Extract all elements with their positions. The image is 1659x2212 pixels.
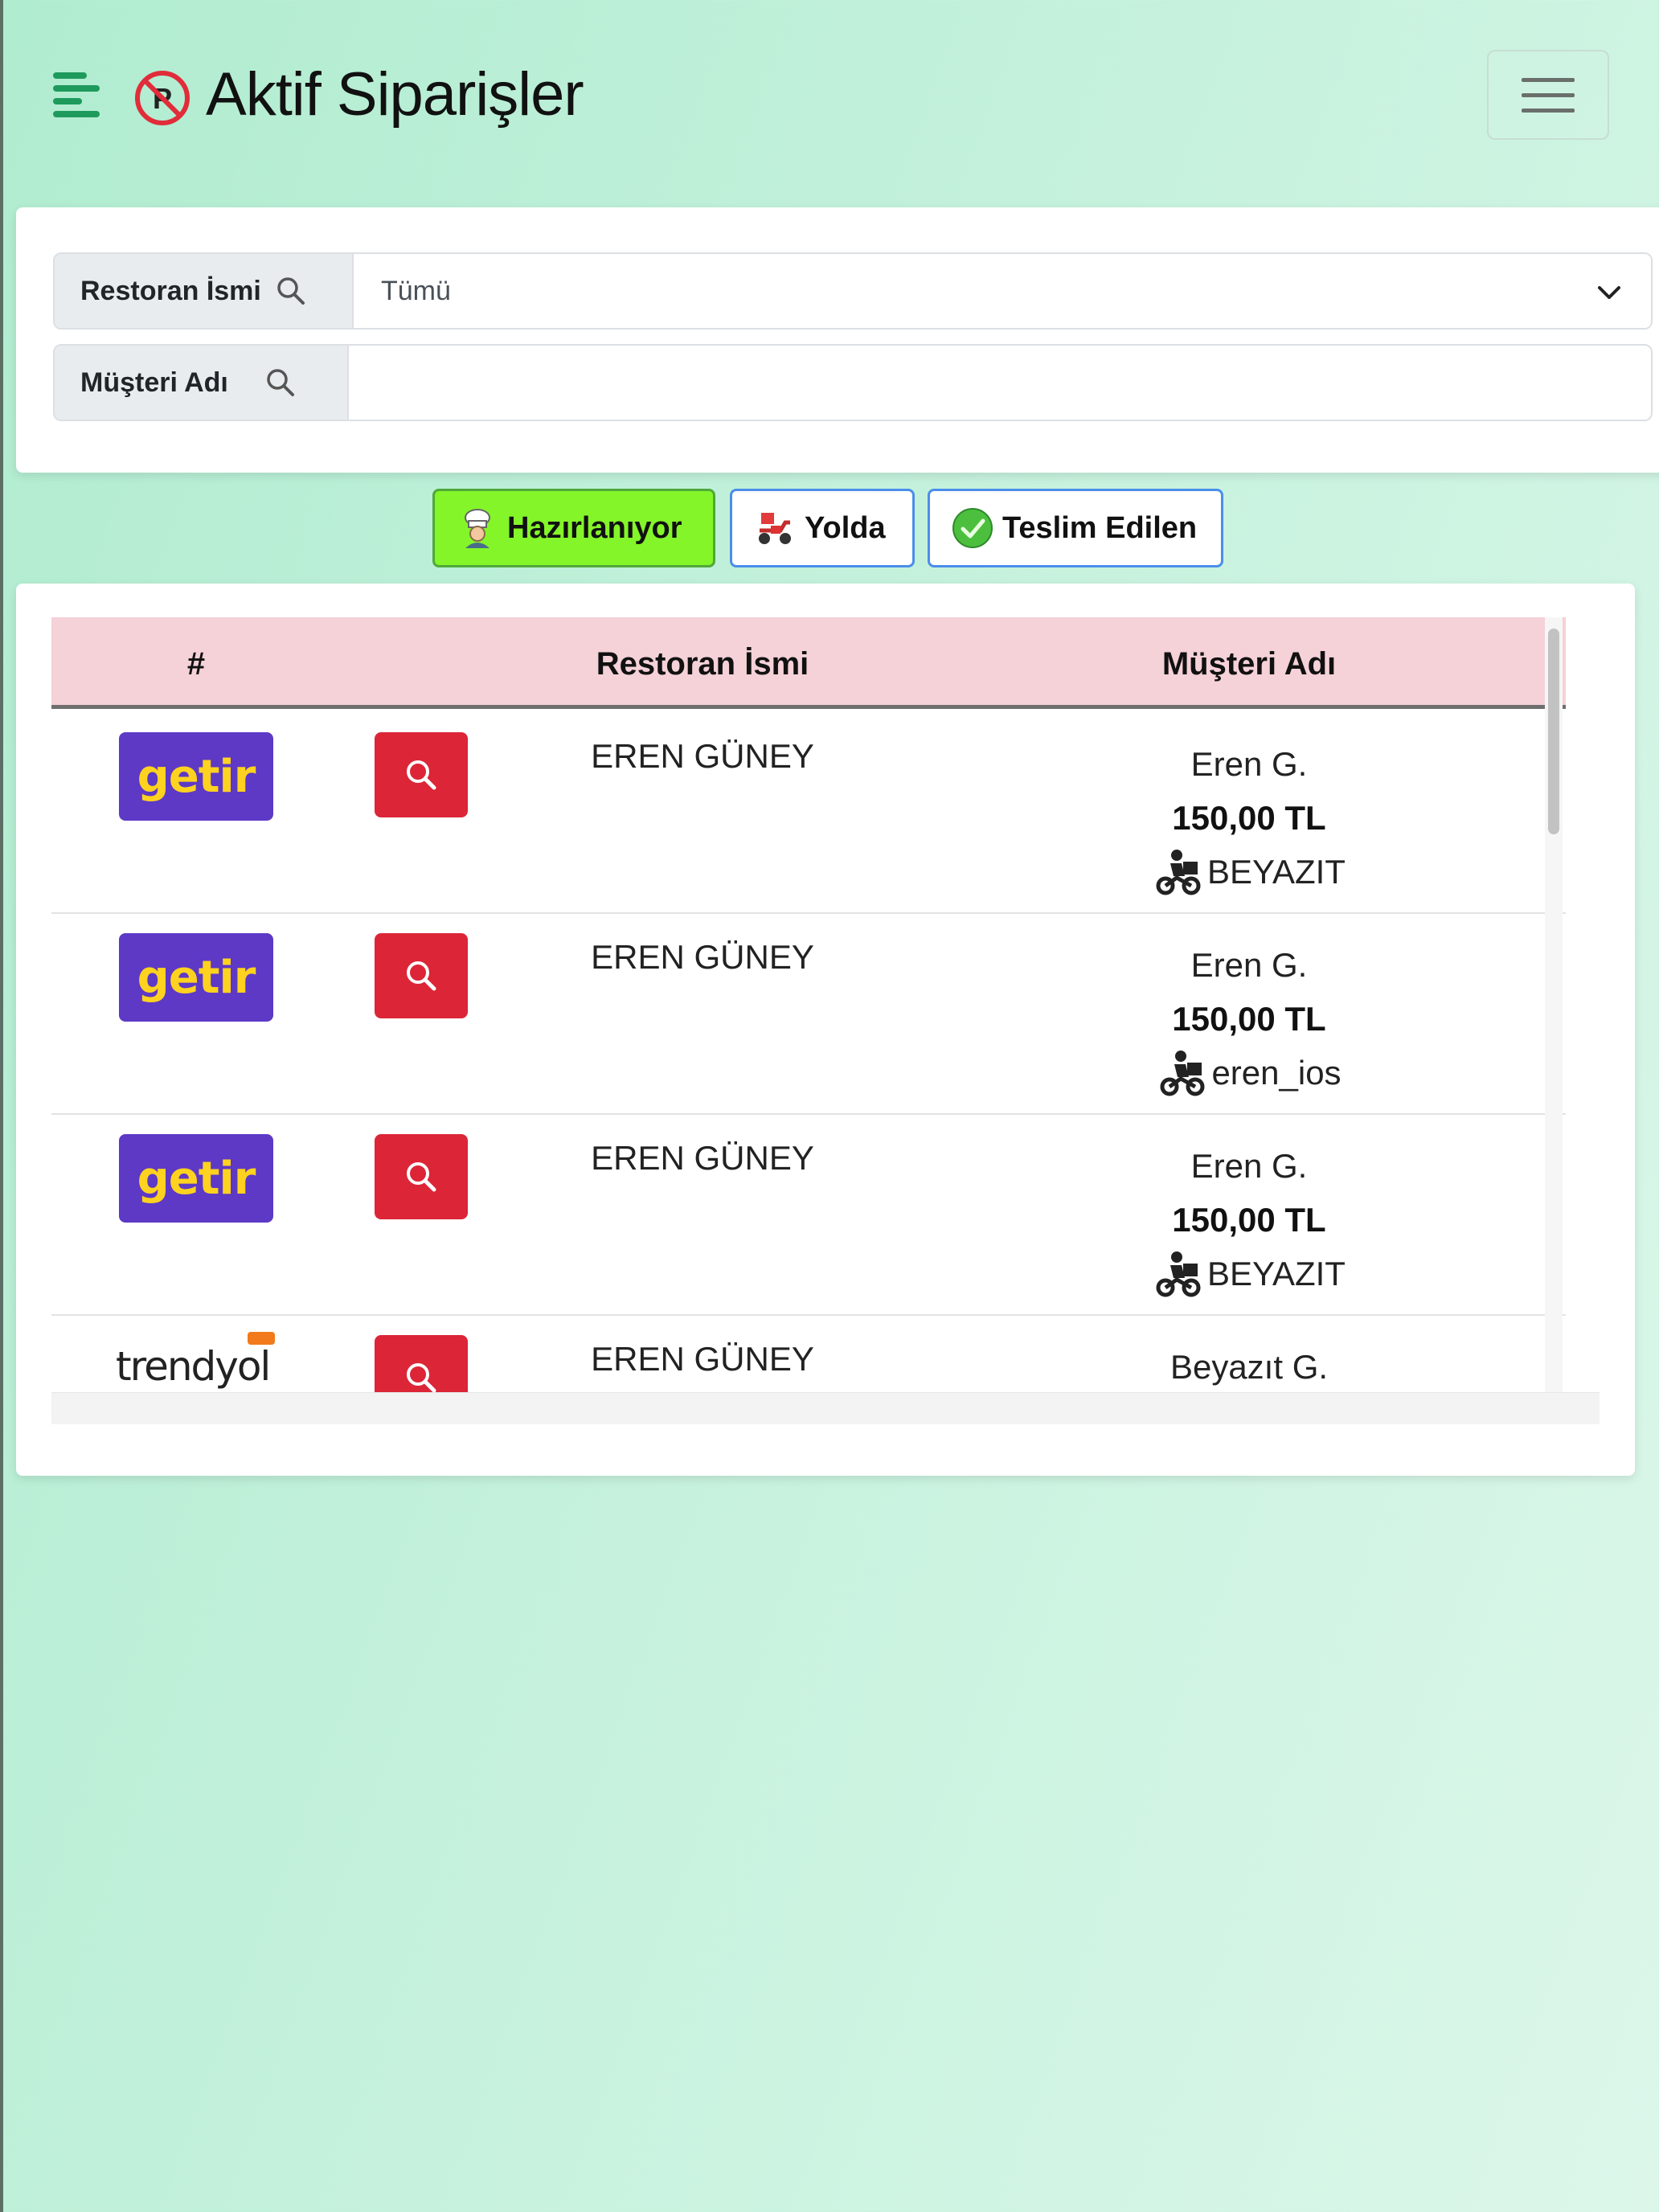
header-hash: # xyxy=(186,646,206,682)
chef-icon xyxy=(465,509,490,548)
customer-name: Eren G. xyxy=(1190,745,1308,783)
orders-table[interactable]: # Restoran İsmi Müşteri Adı getir EREN G… xyxy=(51,617,1580,1392)
search-icon xyxy=(407,961,436,991)
search-icon xyxy=(267,369,294,396)
no-parking-icon: P xyxy=(135,71,190,125)
view-order-button[interactable] xyxy=(375,732,468,817)
status-button-on-the-way[interactable]: Yolda xyxy=(730,489,915,567)
customer-filter-label-text: Müşteri Adı xyxy=(80,367,228,398)
restaurant-select[interactable]: Tümü xyxy=(354,254,1651,328)
restaurant-filter-label-text: Restoran İsmi xyxy=(80,275,261,306)
restaurant-filter-label: Restoran İsmi xyxy=(55,254,354,328)
status-button-preparing[interactable]: Hazırlanıyor xyxy=(432,489,715,567)
search-icon xyxy=(407,1162,436,1192)
vertical-scrollbar-thumb[interactable] xyxy=(1548,629,1559,834)
restaurant-name: EREN GÜNEY xyxy=(591,1139,814,1177)
page-title: Aktif Siparişler xyxy=(206,60,584,129)
courier: eren_ios xyxy=(1157,1046,1342,1100)
status-button-delivered-label: Teslim Edilen xyxy=(1002,510,1198,545)
hamburger-icon[interactable] xyxy=(1487,50,1609,140)
status-button-delivered[interactable]: Teslim Edilen xyxy=(928,489,1223,567)
table-row: trendyol EREN GÜNEY Beyazıt G. xyxy=(51,1316,1566,1392)
table-row: getir EREN GÜNEY Eren G. 150,00 TL xyxy=(51,1115,1566,1316)
courier: BEYAZIT xyxy=(1153,1247,1346,1301)
orders-card: # Restoran İsmi Müşteri Adı getir EREN G… xyxy=(16,584,1635,1476)
table-header: # Restoran İsmi Müşteri Adı xyxy=(51,617,1566,709)
courier-name: BEYAZIT xyxy=(1207,853,1346,891)
search-icon xyxy=(407,760,436,790)
restaurant-filter-group: Restoran İsmi Tümü xyxy=(53,252,1653,330)
horizontal-scrollbar[interactable] xyxy=(51,1392,1600,1424)
search-icon xyxy=(277,277,305,305)
menu-left-icon[interactable] xyxy=(53,72,104,117)
filter-card: Restoran İsmi Tümü Müşteri Adı xyxy=(16,207,1659,473)
getir-logo: getir xyxy=(119,1134,273,1223)
customer-cell: Eren G. 150,00 TL BEYAZIT xyxy=(1048,1139,1450,1314)
order-price: 150,00 TL xyxy=(1172,1201,1326,1239)
courier: BEYAZIT xyxy=(1153,845,1346,899)
search-icon xyxy=(407,1363,436,1392)
header-customer: Müşteri Adı xyxy=(1161,646,1337,682)
trendyol-go-badge xyxy=(248,1332,275,1345)
courier-name: BEYAZIT xyxy=(1207,1255,1346,1292)
courier-icon xyxy=(1156,1251,1201,1296)
courier-name: eren_ios xyxy=(1211,1054,1342,1092)
restaurant-name: EREN GÜNEY xyxy=(591,1340,814,1378)
trendyol-logo-text: trendyol xyxy=(116,1343,271,1390)
top-header: P Aktif Siparişler xyxy=(3,0,1659,201)
restaurant-select-wrap[interactable]: Tümü xyxy=(354,254,1651,328)
view-order-button[interactable] xyxy=(375,1134,468,1219)
getir-logo: getir xyxy=(119,933,273,1022)
restaurant-name: EREN GÜNEY xyxy=(591,938,814,976)
customer-cell: Beyazıt G. xyxy=(1048,1340,1450,1392)
header-restaurant: Restoran İsmi xyxy=(596,646,809,682)
getir-logo: getir xyxy=(119,732,273,821)
table-row: getir EREN GÜNEY Eren G. 150,00 TL xyxy=(51,914,1566,1115)
customer-name: Eren G. xyxy=(1190,1147,1308,1185)
customer-filter-label: Müşteri Adı xyxy=(55,346,349,420)
table-row: getir EREN GÜNEY Eren G. 150,00 TL xyxy=(51,713,1566,914)
status-button-on-the-way-label: Yolda xyxy=(805,510,886,545)
status-button-preparing-label: Hazırlanıyor xyxy=(507,510,682,545)
customer-cell: Eren G. 150,00 TL BEYAZIT xyxy=(1048,737,1450,912)
trendyol-logo: trendyol xyxy=(116,1332,276,1392)
customer-name: Beyazıt G. xyxy=(1169,1348,1329,1386)
restaurant-name: EREN GÜNEY xyxy=(591,737,814,775)
courier-icon xyxy=(1156,849,1201,895)
order-price: 150,00 TL xyxy=(1172,1000,1326,1038)
customer-input-wrap[interactable] xyxy=(349,346,1651,420)
courier-icon xyxy=(1160,1050,1205,1096)
customer-cell: Eren G. 150,00 TL eren_ios xyxy=(1048,938,1450,1113)
order-price: 150,00 TL xyxy=(1172,799,1326,837)
check-circle-icon xyxy=(952,508,993,548)
customer-name: Eren G. xyxy=(1190,946,1308,984)
customer-filter-group: Müşteri Adı xyxy=(53,344,1653,421)
scooter-icon xyxy=(759,513,791,544)
customer-name-input[interactable] xyxy=(349,346,1651,420)
view-order-button[interactable] xyxy=(375,1335,468,1392)
view-order-button[interactable] xyxy=(375,933,468,1018)
